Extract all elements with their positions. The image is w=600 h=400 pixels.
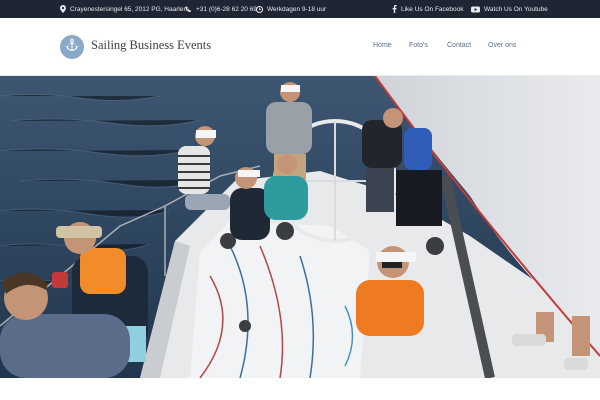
nav-over-ons[interactable]: Over ons <box>488 42 516 49</box>
youtube-text: Watch Us On Youtube <box>484 5 548 13</box>
youtube-link[interactable]: Watch Us On Youtube <box>471 0 548 18</box>
map-pin-icon <box>60 5 66 13</box>
phone-icon <box>185 5 192 13</box>
address-item: Crayenestersingel 65, 2012 PG, Haarlem <box>60 0 189 18</box>
facebook-link[interactable]: Like Us On Facebook <box>392 0 464 18</box>
address-text: Crayenestersingel 65, 2012 PG, Haarlem <box>70 5 189 13</box>
nav-fotos[interactable]: Foto's <box>409 42 428 49</box>
hours-item: Werkdagen 9-18 uur <box>256 0 326 18</box>
top-info-bar: Crayenestersingel 65, 2012 PG, Haarlem +… <box>0 0 600 18</box>
clock-icon <box>256 5 263 13</box>
hours-text: Werkdagen 9-18 uur <box>267 5 327 13</box>
phone-item[interactable]: +31 (0)6-28 62 20 69 <box>185 0 257 18</box>
site-header: Sailing Business Events Home Foto's Cont… <box>0 18 600 76</box>
site-title[interactable]: Sailing Business Events <box>91 38 211 53</box>
anchor-icon <box>65 38 79 57</box>
logo[interactable] <box>60 35 84 59</box>
below-hero-area <box>0 378 600 400</box>
hero-image <box>0 76 600 378</box>
facebook-text: Like Us On Facebook <box>401 5 464 13</box>
youtube-icon <box>471 6 480 13</box>
phone-text: +31 (0)6-28 62 20 69 <box>196 5 257 13</box>
nav-home[interactable]: Home <box>373 42 392 49</box>
nav-contact[interactable]: Contact <box>447 42 471 49</box>
facebook-icon <box>392 5 397 13</box>
